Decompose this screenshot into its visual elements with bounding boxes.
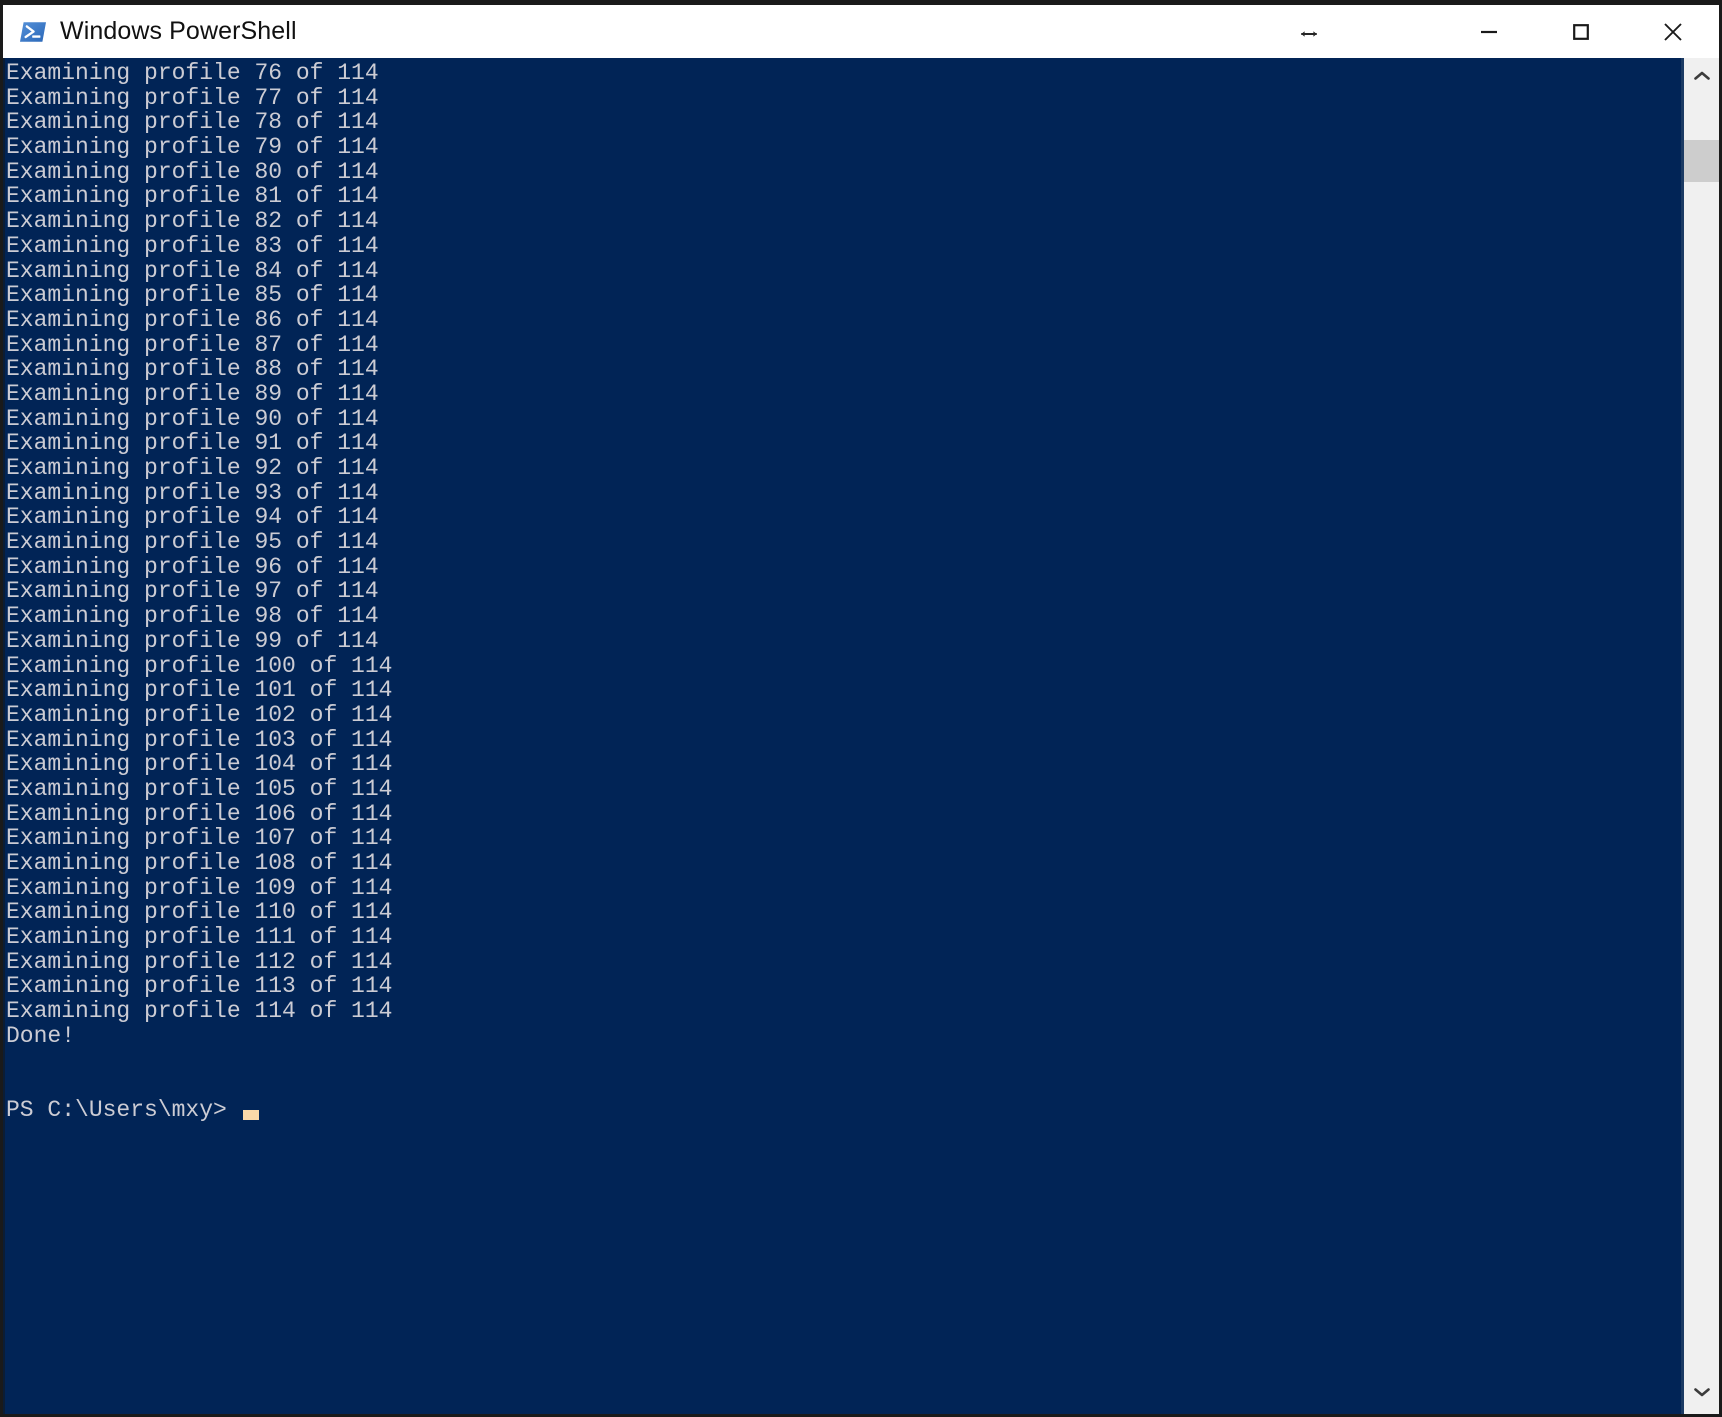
console-line: Examining profile 80 of 114 — [6, 158, 379, 185]
console-line: Examining profile 104 of 114 — [6, 751, 393, 778]
console-line: Examining profile 89 of 114 — [6, 380, 379, 407]
console-line: Examining profile 100 of 114 — [6, 652, 393, 679]
window-body: Examining profile 76 of 114 Examining pro… — [3, 58, 1719, 1414]
chevron-up-icon — [1693, 69, 1711, 87]
console-line: Examining profile 77 of 114 — [6, 84, 379, 111]
console-line: Examining profile 93 of 114 — [6, 479, 379, 506]
console-line: Examining profile 86 of 114 — [6, 306, 379, 333]
console-line: Examining profile 90 of 114 — [6, 405, 379, 432]
console-line: Examining profile 82 of 114 — [6, 208, 379, 235]
powershell-icon — [19, 18, 47, 46]
close-button[interactable] — [1627, 5, 1719, 58]
console-line: Examining profile 114 of 114 — [6, 998, 393, 1025]
console-line: Examining profile 110 of 114 — [6, 899, 393, 926]
console-line: Examining profile 103 of 114 — [6, 726, 393, 753]
maximize-icon — [1568, 19, 1594, 45]
console-line: Done! — [6, 1022, 76, 1049]
scrollbar-thumb[interactable] — [1684, 140, 1719, 182]
console-line: Examining profile 112 of 114 — [6, 948, 393, 975]
console-line: Examining profile 78 of 114 — [6, 109, 379, 136]
console-line: Examining profile 83 of 114 — [6, 232, 379, 259]
console-line: Examining profile 88 of 114 — [6, 356, 379, 383]
console-line: Examining profile 92 of 114 — [6, 455, 379, 481]
scroll-down-button[interactable] — [1684, 1374, 1719, 1414]
console-line: Examining profile 107 of 114 — [6, 825, 393, 852]
console-line: Examining profile 87 of 114 — [6, 331, 379, 358]
window-title: Windows PowerShell — [60, 17, 297, 45]
powershell-window: Windows PowerShell Examining profile 76 … — [0, 0, 1722, 1417]
console-line: Examining profile 84 of 114 — [6, 257, 379, 284]
console-line: Examining profile 102 of 114 — [6, 701, 393, 728]
console-line: Examining profile 79 of 114 — [6, 134, 379, 161]
console-line: Examining profile 113 of 114 — [6, 973, 393, 1000]
console-line: Examining profile 94 of 114 — [6, 504, 379, 531]
console-line: Examining profile 111 of 114 — [6, 924, 393, 951]
maximize-button[interactable] — [1535, 5, 1627, 58]
console-line: Examining profile 108 of 114 — [6, 850, 393, 876]
console-line: Examining profile 101 of 114 — [6, 677, 393, 704]
console-output-area[interactable]: Examining profile 76 of 114 Examining pro… — [3, 58, 1681, 1414]
prompt-text: PS C:\Users\mxy> — [6, 1096, 227, 1123]
console-line: Examining profile 109 of 114 — [6, 874, 393, 901]
console-line: Examining profile 105 of 114 — [6, 775, 393, 802]
console-line: Examining profile 99 of 114 — [6, 627, 379, 654]
horizontal-resize-cursor-icon — [1298, 23, 1320, 45]
title-bar-left: Windows PowerShell — [3, 18, 297, 46]
close-icon — [1658, 17, 1688, 47]
window-controls — [1443, 5, 1719, 58]
minimize-button[interactable] — [1443, 5, 1535, 58]
console-line: Examining profile 85 of 114 — [6, 282, 379, 309]
scrollbar-track[interactable] — [1684, 98, 1719, 1374]
console-line: Examining profile 106 of 114 — [6, 800, 393, 827]
title-bar[interactable]: Windows PowerShell — [3, 5, 1719, 58]
console-line: Examining profile 91 of 114 — [6, 430, 379, 457]
console-line: Examining profile 76 of 114 — [6, 60, 379, 86]
console-line: Examining profile 95 of 114 — [6, 529, 379, 556]
chevron-down-icon — [1693, 1385, 1711, 1403]
console-line: Examining profile 81 of 114 — [6, 183, 379, 210]
text-cursor — [242, 1110, 259, 1121]
minimize-icon — [1476, 19, 1502, 45]
prompt-line[interactable]: PS C:\Users\mxy> — [6, 1098, 1681, 1123]
console-line: Examining profile 98 of 114 — [6, 603, 379, 630]
console-line: Examining profile 96 of 114 — [6, 553, 379, 580]
console-line: Examining profile 97 of 114 — [6, 578, 379, 605]
scroll-up-button[interactable] — [1684, 58, 1719, 98]
console-text: Examining profile 76 of 114 Examining pro… — [5, 58, 1681, 1049]
vertical-scrollbar[interactable] — [1681, 58, 1719, 1414]
